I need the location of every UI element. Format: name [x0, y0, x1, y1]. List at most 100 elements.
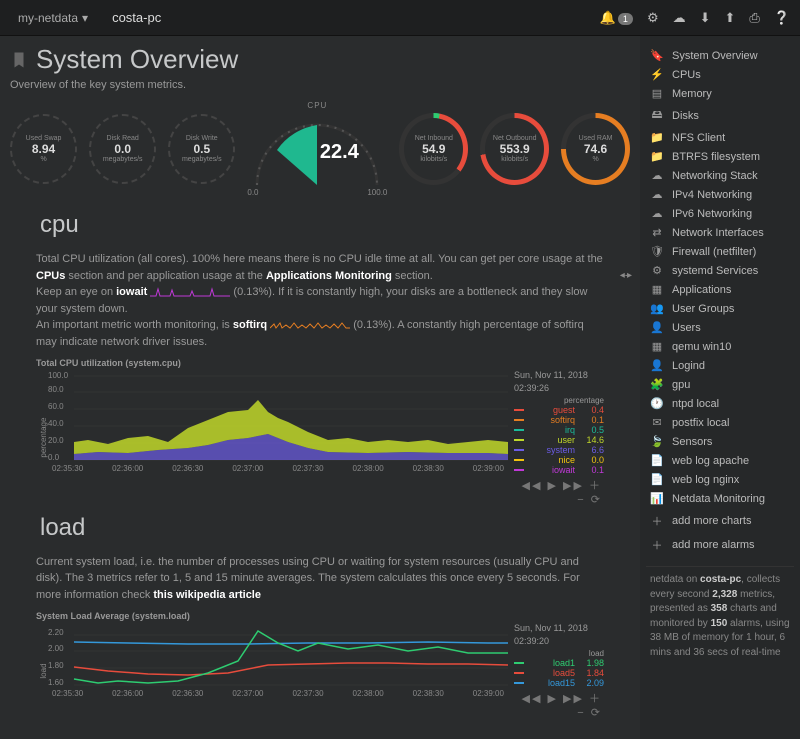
sidebar-icon: 📁: [650, 150, 664, 163]
cpu-chart-controls[interactable]: ◀◀ ▶ ▶▶ ＋ − ⟳: [514, 477, 604, 506]
sidebar-icon: 🛡: [650, 245, 664, 258]
sidebar-item-18[interactable]: 🕐ntpd local: [646, 394, 794, 413]
gauge-row: Used Swap8.94% Disk Read0.0megabytes/s D…: [10, 101, 630, 197]
sidebar-icon: 🖴: [650, 106, 664, 125]
cpu-desc: Total CPU utilization (all cores). 100% …: [10, 251, 630, 358]
svg-text:20.0: 20.0: [48, 436, 64, 445]
gauge-net-in[interactable]: Net Inbound54.9kilobits/s: [399, 113, 468, 185]
sidebar-icon: 📄: [650, 473, 664, 486]
sidebar-icon: 👤: [650, 359, 664, 372]
sidebar-icon: 🍃: [650, 435, 664, 448]
add-more-alarms[interactable]: ＋add more alarms: [646, 534, 794, 556]
sidebar-item-20[interactable]: 🍃Sensors: [646, 432, 794, 451]
page-title: System Overview: [10, 44, 630, 75]
svg-text:100.0: 100.0: [48, 371, 69, 380]
sidebar-item-12[interactable]: ▦Applications: [646, 280, 794, 299]
gauge-net-out[interactable]: Net Outbound553.9kilobits/s: [480, 113, 549, 185]
sidebar-icon: 🔖: [650, 49, 664, 62]
page-subtitle: Overview of the key system metrics.: [10, 79, 630, 91]
sidebar-item-19[interactable]: ✉postfix local: [646, 413, 794, 432]
plus-icon: ＋: [650, 513, 664, 529]
gauge-disk-write[interactable]: Disk Write0.5megabytes/s: [168, 114, 235, 184]
sidebar-item-2[interactable]: ▤Memory: [646, 84, 794, 103]
svg-text:40.0: 40.0: [48, 419, 64, 428]
load-legend: Sun, Nov 11, 2018 02:39:20 load load11.9…: [508, 623, 604, 719]
upload-icon[interactable]: ⬆: [725, 10, 736, 26]
svg-text:80.0: 80.0: [48, 385, 64, 394]
svg-text:60.0: 60.0: [48, 402, 64, 411]
sidebar-icon: ⇄: [650, 226, 664, 239]
sidebar-item-6[interactable]: ☁Networking Stack: [646, 166, 794, 185]
cpu-chart-svg[interactable]: 0.0 20.0 40.0 60.0 80.0 100.0: [48, 370, 508, 462]
sidebar-icon: 📊: [650, 492, 664, 505]
print-icon[interactable]: ⎙: [749, 10, 759, 26]
load-chart-controls[interactable]: ◀◀ ▶ ▶▶ ＋ − ⟳: [514, 690, 604, 719]
sidebar-item-22[interactable]: 📄web log nginx: [646, 470, 794, 489]
sidebar-item-0[interactable]: 🔖System Overview: [646, 46, 794, 65]
help-icon[interactable]: ❔: [774, 10, 790, 26]
load-chart[interactable]: System Load Average (system.load) load 1…: [10, 611, 630, 719]
cpu-heading: cpu: [40, 211, 630, 239]
cloud-icon[interactable]: ☁: [673, 10, 686, 26]
svg-text:1.60: 1.60: [48, 678, 64, 687]
gear-icon[interactable]: ⚙: [647, 10, 659, 26]
sidebar-item-11[interactable]: ⚙systemd Services: [646, 261, 794, 280]
cpu-legend: Sun, Nov 11, 2018 02:39:26 percentage gu…: [508, 370, 604, 506]
load-heading: load: [40, 514, 630, 542]
sidebar-item-16[interactable]: 👤Logind: [646, 356, 794, 375]
sidebar-icon: ✉: [650, 416, 664, 429]
bell-icon[interactable]: 🔔1: [600, 10, 633, 26]
gauge-swap[interactable]: Used Swap8.94%: [10, 114, 77, 184]
sidebar-item-7[interactable]: ☁IPv4 Networking: [646, 185, 794, 204]
sidebar: 🔖System Overview⚡CPUs▤Memory🖴Disks📁NFS C…: [640, 36, 800, 739]
svg-text:2.00: 2.00: [48, 644, 64, 653]
sidebar-icon: 👥: [650, 302, 664, 315]
svg-text:0.0: 0.0: [48, 453, 60, 462]
main-content: System Overview Overview of the key syst…: [0, 36, 640, 739]
sidebar-item-4[interactable]: 📁NFS Client: [646, 128, 794, 147]
sidebar-icon: ▤: [650, 87, 664, 100]
sidebar-icon: 👤: [650, 321, 664, 334]
softirq-sparkline: [270, 320, 350, 330]
svg-text:1.80: 1.80: [48, 661, 64, 670]
alarm-badge: 1: [618, 13, 633, 25]
sidebar-item-21[interactable]: 📄web log apache: [646, 451, 794, 470]
gauge-ram[interactable]: Used RAM74.6%: [561, 113, 630, 185]
brand-dropdown[interactable]: my-netdata▾: [10, 7, 96, 29]
gauge-disk-read[interactable]: Disk Read0.0megabytes/s: [89, 114, 156, 184]
bookmark-icon: [10, 49, 28, 71]
svg-text:2.20: 2.20: [48, 628, 64, 637]
download-icon[interactable]: ⬇: [700, 10, 711, 26]
hostname: costa-pc: [96, 10, 177, 25]
add-more-charts[interactable]: ＋add more charts: [646, 510, 794, 532]
sidebar-item-17[interactable]: 🧩gpu: [646, 375, 794, 394]
sidebar-info: netdata on costa-pc, collects every seco…: [646, 566, 794, 666]
sidebar-item-9[interactable]: ⇄Network Interfaces: [646, 223, 794, 242]
sidebar-item-3[interactable]: 🖴Disks: [646, 103, 794, 128]
wikipedia-link[interactable]: this wikipedia article: [153, 589, 261, 601]
sidebar-icon: ⚡: [650, 68, 664, 81]
sidebar-icon: ▦: [650, 340, 664, 353]
sidebar-item-1[interactable]: ⚡CPUs: [646, 65, 794, 84]
sidebar-item-10[interactable]: 🛡Firewall (netfilter): [646, 242, 794, 261]
sidebar-icon: 🕐: [650, 397, 664, 410]
sidebar-icon: 🧩: [650, 378, 664, 391]
load-chart-svg[interactable]: 1.60 1.80 2.00 2.20: [48, 623, 508, 687]
sidebar-icon: 📁: [650, 131, 664, 144]
topbar: my-netdata▾ costa-pc 🔔1 ⚙ ☁ ⬇ ⬆ ⎙ ❔: [0, 0, 800, 36]
caret-down-icon: ▾: [82, 11, 88, 25]
sidebar-item-15[interactable]: ▦qemu win10: [646, 337, 794, 356]
sidebar-item-14[interactable]: 👤Users: [646, 318, 794, 337]
sidebar-icon: ☁: [650, 207, 664, 220]
load-desc: Current system load, i.e. the number of …: [10, 554, 630, 612]
sidebar-item-13[interactable]: 👥User Groups: [646, 299, 794, 318]
expand-icon[interactable]: ◂ ·· ▸: [620, 268, 630, 283]
cpu-chart[interactable]: Total CPU utilization (system.cpu) perce…: [10, 358, 630, 506]
sidebar-icon: ⚙: [650, 264, 664, 277]
gauge-cpu[interactable]: CPU 22.4 0.0100.0: [247, 101, 387, 197]
sidebar-icon: ☁: [650, 169, 664, 182]
sidebar-item-5[interactable]: 📁BTRFS filesystem: [646, 147, 794, 166]
iowait-sparkline: [150, 287, 230, 297]
sidebar-item-8[interactable]: ☁IPv6 Networking: [646, 204, 794, 223]
sidebar-item-23[interactable]: 📊Netdata Monitoring: [646, 489, 794, 508]
